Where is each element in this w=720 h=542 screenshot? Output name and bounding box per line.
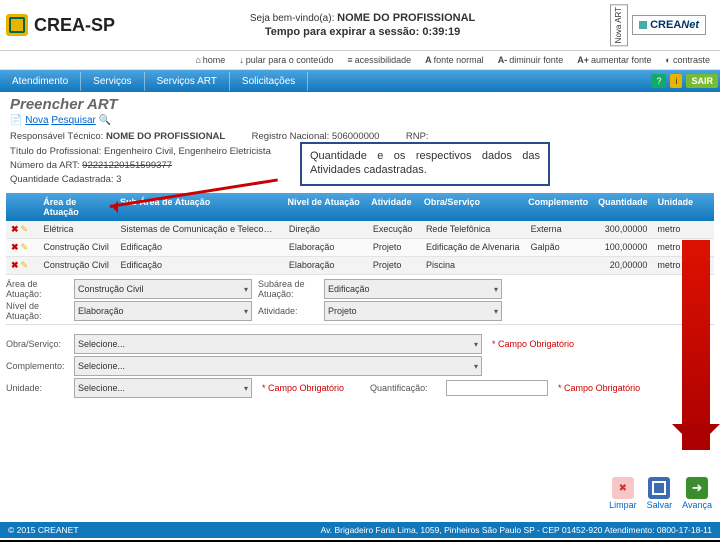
table-row: ✖✎Construção CivilEdificaçãoElaboraçãoPr… <box>6 239 714 257</box>
edit-icon[interactable]: ✎ <box>21 242 29 252</box>
chevron-down-icon: ▾ <box>494 285 498 294</box>
tool-skip[interactable]: ↓pular para o conteúdo <box>239 55 333 65</box>
delete-icon[interactable]: ✖ <box>11 224 19 234</box>
tool-font-dec[interactable]: A-diminuir fonte <box>498 55 564 65</box>
search-icon: 🔍 <box>99 115 111 126</box>
select-subarea[interactable]: Edificação▾ <box>324 279 502 299</box>
brand-badge-icon <box>6 14 28 36</box>
chevron-down-icon: ▾ <box>474 362 478 371</box>
select-unidade[interactable]: Selecione...▾ <box>74 378 252 398</box>
page-title: Preencher ART <box>10 96 720 113</box>
link-nova[interactable]: Nova <box>25 115 48 126</box>
link-pesquisar[interactable]: Pesquisar <box>51 115 95 126</box>
table-row: ✖✎Construção CivilEdificaçãoElaboraçãoPr… <box>6 257 714 275</box>
tool-contrast[interactable]: ◐contraste <box>666 55 710 65</box>
list-icon: ≡ <box>347 55 352 65</box>
creanet-badge: CREANet <box>632 15 706 35</box>
info-button[interactable]: i <box>670 74 682 88</box>
advance-icon <box>686 477 708 499</box>
save-icon <box>648 477 670 499</box>
chevron-down-icon: ▾ <box>244 307 248 316</box>
brand-text: CREA-SP <box>34 15 115 36</box>
menu-servicos[interactable]: Serviços <box>81 72 144 91</box>
annotation-callout: Quantidade e os respectivos dados das At… <box>300 142 550 186</box>
tool-font-normal[interactable]: Afonte normal <box>425 55 484 65</box>
delete-icon[interactable]: ✖ <box>11 242 19 252</box>
menu-atendimento[interactable]: Atendimento <box>0 72 81 91</box>
welcome-block: Seja bem-vindo(a): NOME DO PROFISSIONAL … <box>115 11 610 40</box>
menu-servicos-art[interactable]: Serviços ART <box>145 72 230 91</box>
menu-solicitacoes[interactable]: Solicitações <box>230 72 308 91</box>
table-row: ✖✎ElétricaSistemas de Comunicação e Tele… <box>6 221 714 239</box>
select-area[interactable]: Construção Civil▾ <box>74 279 252 299</box>
creanet-icon <box>639 21 647 29</box>
select-obra[interactable]: Selecione...▾ <box>74 334 482 354</box>
nova-art-badge: Nova ART <box>610 4 628 46</box>
chevron-down-icon: ▾ <box>244 285 248 294</box>
contrast-icon: ◐ <box>666 55 671 65</box>
advance-button[interactable]: Avança <box>682 477 712 510</box>
footer-copyright: © 2015 CREANET <box>8 525 79 535</box>
footer-address: Av. Brigadeiro Faria Lima, 1059, Pinheir… <box>321 525 712 535</box>
edit-icon[interactable]: ✎ <box>21 224 29 234</box>
chevron-down-icon: ▾ <box>244 384 248 393</box>
arrow-down-icon: ↓ <box>239 55 244 65</box>
session-timer: Tempo para expirar a sessão: 0:39:19 <box>265 26 460 38</box>
select-nivel[interactable]: Elaboração▾ <box>74 301 252 321</box>
chevron-down-icon: ▾ <box>474 340 478 349</box>
tool-accessibility[interactable]: ≡acessibilidade <box>347 55 411 65</box>
new-icon: 📄 <box>10 115 22 126</box>
exit-button[interactable]: SAIR <box>686 74 718 88</box>
brand-logo: CREA-SP <box>6 14 115 36</box>
clear-button[interactable]: Limpar <box>609 477 637 510</box>
big-red-arrow-icon <box>682 240 710 450</box>
tool-font-inc[interactable]: A+aumentar fonte <box>577 55 651 65</box>
font-icon: A <box>425 55 432 65</box>
font-plus-icon: A+ <box>577 55 589 65</box>
input-quantificacao[interactable] <box>446 380 548 396</box>
select-atividade[interactable]: Projeto▾ <box>324 301 502 321</box>
clear-icon <box>612 477 634 499</box>
chevron-down-icon: ▾ <box>494 307 498 316</box>
select-complemento[interactable]: Selecione...▾ <box>74 356 482 376</box>
save-button[interactable]: Salvar <box>647 477 673 510</box>
delete-icon[interactable]: ✖ <box>11 260 19 270</box>
edit-icon[interactable]: ✎ <box>21 260 29 270</box>
font-minus-icon: A- <box>498 55 508 65</box>
home-icon: ⌂ <box>195 55 200 65</box>
help-button[interactable]: ? <box>651 74 666 88</box>
annotation-arrow-icon <box>110 168 290 208</box>
tool-home[interactable]: ⌂home <box>195 55 225 65</box>
